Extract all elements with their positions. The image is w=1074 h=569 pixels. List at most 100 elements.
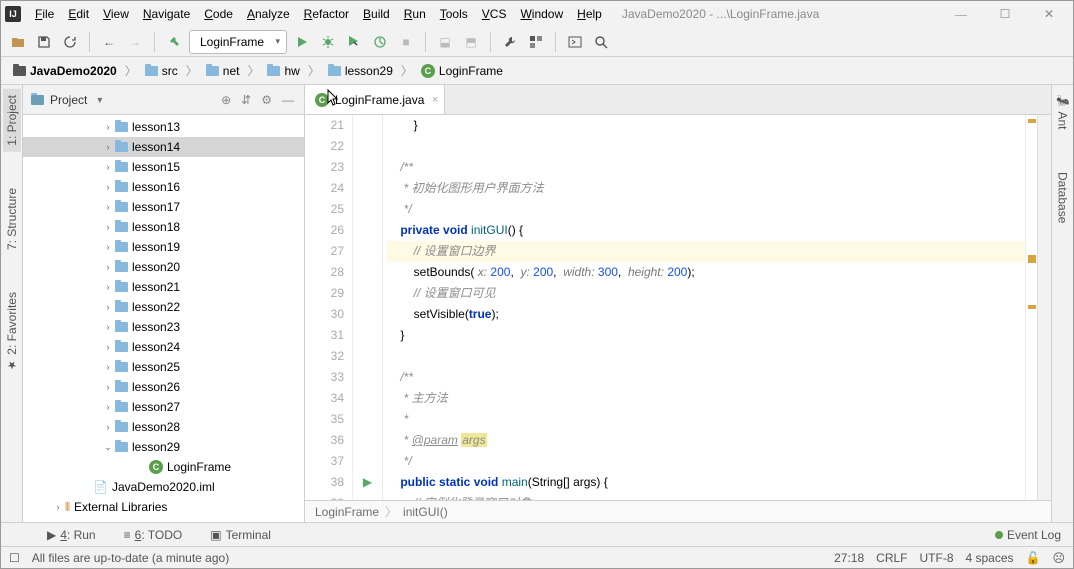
right-tool-stripe: 🐜 Ant Database xyxy=(1051,85,1073,522)
editor: C LoginFrame.java × 21222324252627282930… xyxy=(305,85,1051,522)
menu-analyze[interactable]: Analyze xyxy=(241,4,296,24)
tree-item[interactable]: ›lesson24 xyxy=(23,337,304,357)
run-anything-icon[interactable] xyxy=(564,31,586,53)
menu-build[interactable]: Build xyxy=(357,4,396,24)
code-area[interactable]: 21222324252627282930313233343536373839 ▶… xyxy=(305,115,1051,500)
tree-item[interactable]: ›lesson22 xyxy=(23,297,304,317)
search-icon[interactable] xyxy=(590,31,612,53)
window-controls: — ☐ ✕ xyxy=(941,3,1069,25)
coverage-icon[interactable] xyxy=(343,31,365,53)
run-icon[interactable] xyxy=(291,31,313,53)
editor-tabs: C LoginFrame.java × xyxy=(305,85,1051,115)
readonly-icon[interactable]: 🔓 xyxy=(1026,551,1041,565)
breadcrumb-item[interactable]: JavaDemo2020 xyxy=(9,62,121,80)
menu-vcs[interactable]: VCS xyxy=(476,4,513,24)
tree-item[interactable]: ›lesson18 xyxy=(23,217,304,237)
menu-refactor[interactable]: Refactor xyxy=(298,4,355,24)
breadcrumb-item[interactable]: CLoginFrame xyxy=(417,62,507,80)
status-icon[interactable]: ☐ xyxy=(9,551,20,565)
run-config-selector[interactable]: LoginFrame xyxy=(189,30,287,54)
tool-ant-tab[interactable]: 🐜 Ant xyxy=(1054,89,1072,136)
tree-item[interactable]: ›lesson19 xyxy=(23,237,304,257)
tool-database-tab[interactable]: Database xyxy=(1054,166,1072,229)
breadcrumb-item[interactable]: lesson29 xyxy=(324,62,397,80)
breadcrumb-item[interactable]: hw xyxy=(263,62,303,80)
tree-item[interactable]: ›lesson26 xyxy=(23,377,304,397)
tree-item[interactable]: ›lesson25 xyxy=(23,357,304,377)
tree-item[interactable]: ›lesson27 xyxy=(23,397,304,417)
marker-strip[interactable] xyxy=(1025,115,1037,500)
tree-item[interactable]: ⌄lesson29 xyxy=(23,437,304,457)
tool-structure-tab[interactable]: 7: Structure xyxy=(3,182,21,256)
tree-item[interactable]: ›lesson23 xyxy=(23,317,304,337)
tree-item[interactable]: ›lesson20 xyxy=(23,257,304,277)
git-commit-icon[interactable]: ⬒ xyxy=(460,31,482,53)
menu-file[interactable]: File xyxy=(29,4,60,24)
save-icon[interactable] xyxy=(33,31,55,53)
gear-icon[interactable]: ⚙ xyxy=(259,91,274,109)
indent-info[interactable]: 4 spaces xyxy=(966,551,1014,565)
tool-todo-tab[interactable]: ≡ 6: TODO xyxy=(120,526,187,544)
forward-icon[interactable]: → xyxy=(124,31,146,53)
debug-icon[interactable] xyxy=(317,31,339,53)
caret-position[interactable]: 27:18 xyxy=(834,551,864,565)
menu-tools[interactable]: Tools xyxy=(434,4,474,24)
project-panel-title[interactable]: Project xyxy=(50,93,87,107)
tree-item[interactable]: ›lesson21 xyxy=(23,277,304,297)
minimize-button[interactable]: — xyxy=(941,3,981,25)
tool-project-tab[interactable]: 1: Project xyxy=(3,89,21,152)
menu-navigate[interactable]: Navigate xyxy=(137,4,196,24)
back-icon[interactable]: ← xyxy=(98,31,120,53)
profile-icon[interactable] xyxy=(369,31,391,53)
maximize-button[interactable]: ☐ xyxy=(985,3,1025,25)
tree-item[interactable]: 📄JavaDemo2020.iml xyxy=(23,477,304,497)
sync-icon[interactable] xyxy=(59,31,81,53)
build-icon[interactable] xyxy=(163,31,185,53)
class-icon: C xyxy=(315,93,329,107)
wrench-icon[interactable] xyxy=(499,31,521,53)
app-icon: IJ xyxy=(5,6,21,22)
project-tree[interactable]: ›lesson13›lesson14›lesson15›lesson16›les… xyxy=(23,115,304,522)
event-log-tab[interactable]: Event Log xyxy=(991,526,1065,544)
chevron-down-icon[interactable]: ▼ xyxy=(95,95,104,105)
tree-item[interactable]: ›lesson14 xyxy=(23,137,304,157)
tool-terminal-tab[interactable]: ▣ Terminal xyxy=(206,526,275,544)
close-tab-icon[interactable]: × xyxy=(432,94,438,106)
inspection-icon[interactable]: ☹ xyxy=(1052,551,1065,565)
crumb-method[interactable]: initGUI() xyxy=(403,505,448,519)
locate-icon[interactable]: ⊕ xyxy=(219,91,233,109)
vertical-scrollbar[interactable] xyxy=(1037,115,1051,500)
file-encoding[interactable]: UTF-8 xyxy=(920,551,954,565)
crumb-class[interactable]: LoginFrame xyxy=(315,505,379,519)
menu-code[interactable]: Code xyxy=(198,4,239,24)
left-tool-stripe: 1: Project 7: Structure ★ 2: Favorites xyxy=(1,85,23,522)
tool-favorites-tab[interactable]: ★ 2: Favorites xyxy=(3,286,21,378)
folder-icon xyxy=(31,95,44,105)
tree-item[interactable]: CLoginFrame xyxy=(23,457,304,477)
menu-window[interactable]: Window xyxy=(514,4,569,24)
code-lines[interactable]: } /** * 初始化图形用户界面方法 */ private void init… xyxy=(383,115,1025,500)
hide-icon[interactable]: — xyxy=(280,91,296,109)
git-update-icon[interactable]: ⬓ xyxy=(434,31,456,53)
tree-item[interactable]: ✎Scratches and Consoles xyxy=(23,517,304,522)
tree-item[interactable]: ›lesson16 xyxy=(23,177,304,197)
open-icon[interactable] xyxy=(7,31,29,53)
menu-help[interactable]: Help xyxy=(571,4,608,24)
tree-item[interactable]: ›lesson15 xyxy=(23,157,304,177)
tree-item[interactable]: ›⫴External Libraries xyxy=(23,497,304,517)
stop-icon[interactable]: ■ xyxy=(395,31,417,53)
tree-item[interactable]: ›lesson17 xyxy=(23,197,304,217)
close-button[interactable]: ✕ xyxy=(1029,3,1069,25)
tree-item[interactable]: ›lesson28 xyxy=(23,417,304,437)
breadcrumb-item[interactable]: net xyxy=(202,62,244,80)
tool-run-tab[interactable]: ▶ 4: Run xyxy=(43,526,100,544)
structure-icon[interactable] xyxy=(525,31,547,53)
menu-view[interactable]: View xyxy=(97,4,135,24)
menu-run[interactable]: Run xyxy=(398,4,432,24)
tree-item[interactable]: ›lesson13 xyxy=(23,117,304,137)
breadcrumb-item[interactable]: src xyxy=(141,62,182,80)
editor-tab[interactable]: C LoginFrame.java × xyxy=(305,85,445,114)
menu-edit[interactable]: Edit xyxy=(62,4,95,24)
expand-icon[interactable]: ⇵ xyxy=(239,91,253,109)
line-separator[interactable]: CRLF xyxy=(876,551,907,565)
